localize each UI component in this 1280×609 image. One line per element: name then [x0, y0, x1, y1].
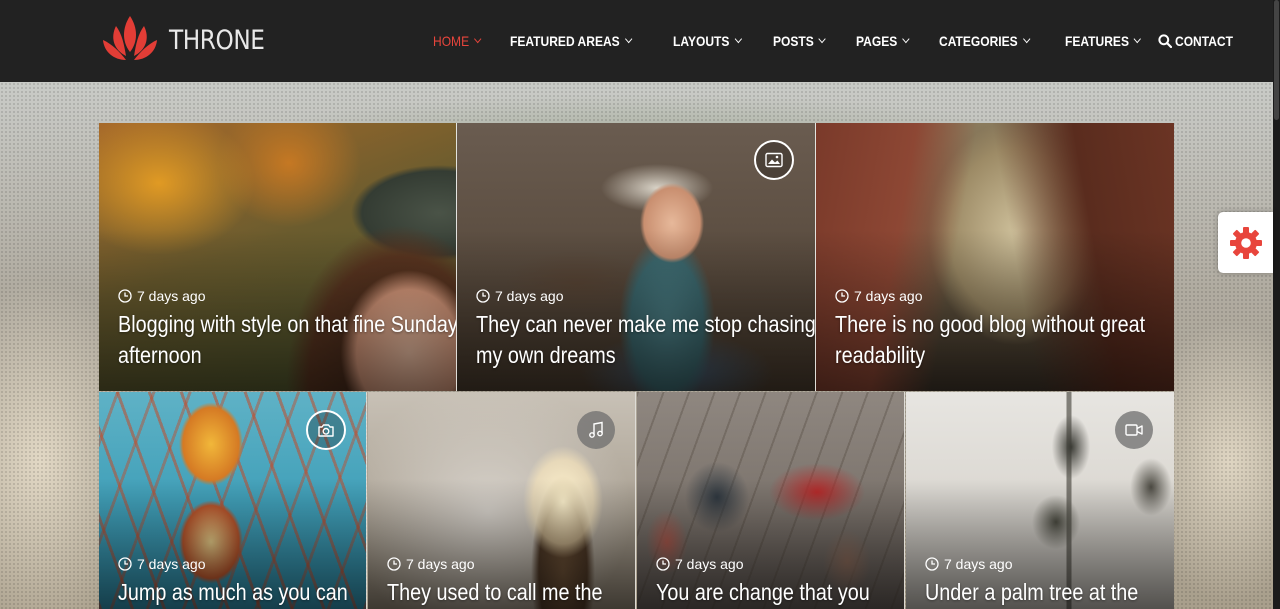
- nav-item-home[interactable]: HOME: [433, 33, 482, 49]
- nav-item-label: CONTACT: [1174, 33, 1233, 49]
- video-format-icon[interactable]: [1115, 411, 1153, 449]
- clock-icon: [118, 289, 132, 303]
- lotus-logo-icon: [103, 16, 157, 60]
- post-card[interactable]: 7 days ago Jump as much as you can: [99, 392, 367, 609]
- page-scrollbar[interactable]: [1273, 0, 1280, 609]
- clock-icon: [925, 557, 939, 571]
- nav-item-categories[interactable]: CATEGORIES: [938, 33, 1030, 49]
- clock-icon: [387, 557, 401, 571]
- chevron-down-icon: [901, 34, 910, 44]
- post-date-text: 7 days ago: [406, 556, 475, 572]
- post-title[interactable]: They used to call me the: [387, 577, 635, 608]
- nav-item-contact[interactable]: CONTACT: [1175, 33, 1233, 49]
- post-date: 7 days ago: [387, 556, 475, 572]
- nav-item-layouts[interactable]: LAYOUTS: [672, 33, 742, 49]
- post-card[interactable]: 7 days ago Under a palm tree at the: [906, 392, 1174, 609]
- post-card[interactable]: 7 days ago They can never make me stop c…: [457, 123, 816, 391]
- post-date-text: 7 days ago: [675, 556, 744, 572]
- clock-icon: [656, 557, 670, 571]
- post-card[interactable]: 7 days ago They used to call me the: [368, 392, 636, 609]
- logo-text: THRONE: [169, 24, 265, 56]
- chevron-down-icon: [1022, 34, 1030, 44]
- scrollbar-thumb[interactable]: [1274, 0, 1279, 120]
- post-title[interactable]: They can never make me stop chasing my o…: [476, 309, 815, 371]
- chevron-down-icon: [1134, 34, 1142, 44]
- nav-item-label: FEATURED AREAS: [510, 33, 620, 49]
- site-logo[interactable]: THRONE: [100, 14, 280, 66]
- nav-item-posts[interactable]: POSTS: [773, 33, 827, 49]
- music-icon: [589, 421, 603, 438]
- post-date-text: 7 days ago: [495, 288, 564, 304]
- nav-item-label: CATEGORIES: [938, 33, 1018, 49]
- post-date: 7 days ago: [118, 556, 206, 572]
- nav-item-features[interactable]: FEATURES: [1065, 33, 1142, 49]
- nav-item-pages[interactable]: PAGES: [855, 33, 910, 49]
- clock-icon: [476, 289, 490, 303]
- nav-item-featured-areas[interactable]: FEATURED AREAS: [510, 33, 632, 49]
- nav-item-label: PAGES: [855, 33, 897, 49]
- nav-item-label: FEATURES: [1065, 33, 1130, 49]
- post-date: 7 days ago: [835, 288, 923, 304]
- post-title[interactable]: Blogging with style on that fine Sunday …: [118, 309, 456, 371]
- post-card[interactable]: 7 days ago There is no good blog without…: [816, 123, 1174, 391]
- post-title[interactable]: There is no good blog without great read…: [835, 309, 1174, 371]
- post-date: 7 days ago: [656, 556, 744, 572]
- nav-item-label: HOME: [433, 33, 470, 49]
- camera-icon: [318, 423, 334, 437]
- nav-item-label: POSTS: [773, 33, 814, 49]
- video-icon: [1125, 424, 1143, 436]
- post-title[interactable]: Jump as much as you can: [118, 577, 366, 608]
- post-date: 7 days ago: [118, 288, 206, 304]
- chevron-down-icon: [818, 34, 827, 44]
- search-icon[interactable]: [1158, 34, 1172, 48]
- chevron-down-icon: [733, 34, 742, 44]
- post-card[interactable]: 7 days ago Blogging with style on that f…: [99, 123, 457, 391]
- style-switcher-toggle[interactable]: [1218, 212, 1273, 273]
- camera-format-icon[interactable]: [306, 410, 346, 450]
- clock-icon: [835, 289, 849, 303]
- main-navigation: HOME FEATURED AREAS LAYOUTS POSTS PAGES …: [433, 30, 1264, 52]
- post-date-text: 7 days ago: [137, 288, 206, 304]
- post-title[interactable]: You are change that you: [656, 577, 904, 608]
- post-date-text: 7 days ago: [854, 288, 923, 304]
- music-format-icon[interactable]: [577, 411, 615, 449]
- post-date: 7 days ago: [476, 288, 564, 304]
- image-icon: [765, 152, 783, 168]
- post-date-text: 7 days ago: [137, 556, 206, 572]
- post-date: 7 days ago: [925, 556, 1013, 572]
- post-card[interactable]: 7 days ago You are change that you: [637, 392, 905, 609]
- clock-icon: [118, 557, 132, 571]
- chevron-down-icon: [624, 34, 632, 44]
- post-title[interactable]: Under a palm tree at the: [925, 577, 1174, 608]
- image-format-icon[interactable]: [754, 140, 794, 180]
- post-date-text: 7 days ago: [944, 556, 1013, 572]
- gear-icon: [1229, 226, 1262, 259]
- site-header: THRONE HOME FEATURED AREAS LAYOUTS POSTS…: [0, 0, 1273, 82]
- chevron-down-icon: [474, 34, 482, 44]
- nav-item-label: LAYOUTS: [672, 33, 729, 49]
